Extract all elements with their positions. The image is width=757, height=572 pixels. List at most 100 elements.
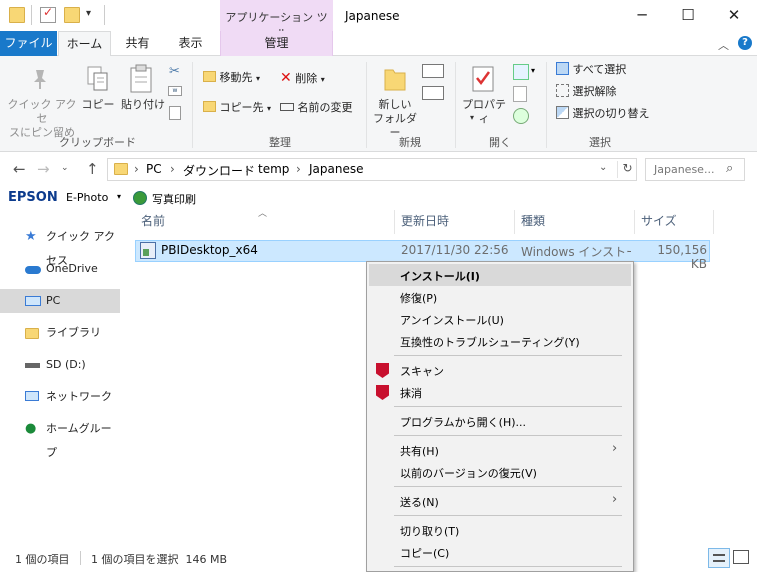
menu-item-restore[interactable]: 以前のバージョンの復元(V) bbox=[400, 465, 537, 481]
tab-file[interactable]: ファイル bbox=[0, 31, 57, 56]
invert-selection-label: 選択の切り替え bbox=[572, 107, 650, 120]
new-folder-qa-icon[interactable] bbox=[64, 7, 80, 23]
divider[interactable] bbox=[713, 210, 714, 234]
select-all-button[interactable]: すべて選択 bbox=[556, 60, 656, 80]
copy-to-button[interactable]: コピー先 ▾ bbox=[203, 98, 273, 118]
invert-selection-button[interactable]: 選択の切り替え bbox=[556, 104, 666, 124]
search-input[interactable]: Japanese... bbox=[654, 163, 714, 176]
address-bar[interactable]: › PC › ダウンロード › temp › Japanese ⌄ ↻ bbox=[107, 158, 637, 181]
move-to-icon bbox=[203, 71, 216, 82]
help-icon[interactable]: ? bbox=[738, 36, 752, 50]
window-title: Japanese bbox=[345, 9, 400, 23]
breadcrumb-pc[interactable]: PC bbox=[146, 162, 162, 176]
details-view-glyph bbox=[713, 554, 725, 562]
homegroup-icon: ● bbox=[25, 421, 37, 436]
new-group-label: 新規 bbox=[399, 136, 421, 149]
breadcrumb-temp[interactable]: temp bbox=[258, 162, 289, 176]
menu-separator bbox=[394, 355, 622, 356]
menu-item-install[interactable]: インストール(I) bbox=[400, 268, 480, 284]
menu-item-erase[interactable]: 抹消 bbox=[400, 385, 422, 401]
chevron-down-icon[interactable]: ▾ bbox=[117, 192, 121, 201]
tab-share[interactable]: 共有 bbox=[111, 31, 164, 56]
nav-homegroup-label: ホームグループ bbox=[46, 422, 112, 459]
divider[interactable] bbox=[514, 210, 515, 234]
paste-shortcut-icon[interactable] bbox=[169, 106, 181, 120]
menu-item-share[interactable]: 共有(H) bbox=[400, 443, 439, 459]
back-icon[interactable]: ← bbox=[13, 160, 26, 178]
nav-quick-access[interactable]: ★ クイック アクセス bbox=[0, 225, 120, 267]
details-view-icon[interactable] bbox=[708, 548, 730, 568]
menu-item-send-to[interactable]: 送る(N) bbox=[400, 494, 439, 510]
divider[interactable] bbox=[394, 210, 395, 234]
edit-icon[interactable] bbox=[513, 86, 527, 102]
nav-pc-label: PC bbox=[46, 294, 61, 307]
new-item-icon[interactable] bbox=[422, 64, 444, 78]
menu-item-repair[interactable]: 修復(P) bbox=[400, 290, 437, 306]
nav-network[interactable]: ネットワーク bbox=[0, 385, 120, 409]
tab-home[interactable]: ホーム bbox=[58, 31, 111, 57]
minimize-button[interactable]: ─ bbox=[619, 0, 665, 31]
copy-path-icon[interactable]: w bbox=[168, 86, 182, 96]
search-box[interactable]: Japanese... ⌕ bbox=[645, 158, 745, 181]
menu-item-uninstall[interactable]: アンインストール(U) bbox=[400, 312, 504, 328]
context-tab-title: アプリケーション ツール bbox=[220, 0, 333, 40]
nav-sd-drive[interactable]: SD (D:) bbox=[0, 353, 120, 377]
up-icon[interactable]: ↑ bbox=[86, 160, 99, 178]
column-size[interactable]: サイズ bbox=[641, 210, 711, 234]
divider[interactable] bbox=[634, 210, 635, 234]
print-photo-button[interactable]: 写真印刷 bbox=[152, 191, 196, 207]
open-group-label: 開く bbox=[489, 136, 511, 149]
tab-manage[interactable]: 管理 bbox=[220, 31, 333, 56]
nav-onedrive-label: OneDrive bbox=[46, 262, 98, 275]
search-icon[interactable]: ⌕ bbox=[726, 161, 733, 176]
divider bbox=[104, 5, 105, 25]
open-icon[interactable] bbox=[513, 64, 529, 80]
forward-icon[interactable]: → bbox=[37, 160, 50, 178]
menu-item-cut[interactable]: 切り取り(T) bbox=[400, 523, 459, 539]
new-folder-label-line1: 新しい bbox=[378, 98, 412, 111]
rename-button[interactable]: 名前の変更 bbox=[280, 98, 360, 118]
nav-pc[interactable]: PC bbox=[0, 289, 120, 313]
recent-locations-icon[interactable]: ⌄ bbox=[61, 163, 69, 173]
tab-view[interactable]: 表示 bbox=[164, 31, 217, 56]
refresh-icon[interactable]: ↻ bbox=[617, 161, 637, 178]
menu-item-scan[interactable]: スキャン bbox=[400, 363, 444, 379]
column-modified[interactable]: 更新日時 bbox=[401, 210, 511, 234]
menu-item-copy[interactable]: コピー(C) bbox=[400, 545, 449, 561]
nav-libraries[interactable]: ライブラリ bbox=[0, 321, 120, 345]
collapse-ribbon-icon[interactable]: ︿ bbox=[718, 37, 729, 53]
cut-icon[interactable]: ✂ bbox=[169, 64, 180, 79]
qa-dropdown-icon[interactable]: ▾ bbox=[86, 8, 91, 19]
paste-icon bbox=[129, 64, 155, 94]
close-button[interactable]: ✕ bbox=[711, 0, 757, 31]
breadcrumb-japanese[interactable]: Japanese bbox=[309, 162, 364, 176]
select-none-button[interactable]: 選択解除 bbox=[556, 82, 656, 102]
menu-item-troubleshoot[interactable]: 互換性のトラブルシューティング(Y) bbox=[400, 334, 580, 350]
address-dropdown-icon[interactable]: ⌄ bbox=[599, 162, 607, 173]
move-to-label: 移動先 bbox=[219, 71, 253, 84]
easy-access-icon[interactable] bbox=[422, 86, 444, 100]
chevron-down-icon: ▾ bbox=[531, 66, 536, 75]
menu-separator bbox=[394, 435, 622, 436]
paste-button[interactable]: 貼り付け bbox=[119, 98, 167, 112]
properties-button[interactable]: プロパティ bbox=[458, 98, 510, 126]
file-name[interactable]: PBIDesktop_x64 bbox=[161, 243, 258, 257]
properties-qa-icon[interactable]: ✓ bbox=[40, 5, 56, 23]
maximize-button[interactable]: ☐ bbox=[665, 0, 711, 31]
column-type[interactable]: 種類 bbox=[521, 210, 631, 234]
history-icon[interactable] bbox=[513, 108, 529, 124]
installer-icon-box bbox=[143, 249, 149, 256]
pin-icon bbox=[30, 68, 50, 90]
nav-homegroup[interactable]: ● ホームグループ bbox=[0, 417, 120, 459]
nav-onedrive[interactable]: OneDrive bbox=[0, 257, 120, 281]
copy-button[interactable]: コピー bbox=[78, 98, 118, 112]
move-to-button[interactable]: 移動先 ▾ bbox=[203, 68, 273, 88]
chevron-right-icon: › bbox=[612, 441, 618, 456]
divider bbox=[455, 62, 456, 148]
chevron-right-icon: › bbox=[612, 492, 618, 507]
delete-button[interactable]: ✕ 削除 ▾ bbox=[280, 68, 340, 88]
menu-item-open-with[interactable]: プログラムから開く(H)... bbox=[400, 414, 526, 430]
large-icons-view-icon[interactable] bbox=[733, 550, 749, 564]
ephoto-button[interactable]: E-Photo bbox=[66, 191, 108, 204]
column-name[interactable]: 名前 bbox=[141, 210, 391, 234]
